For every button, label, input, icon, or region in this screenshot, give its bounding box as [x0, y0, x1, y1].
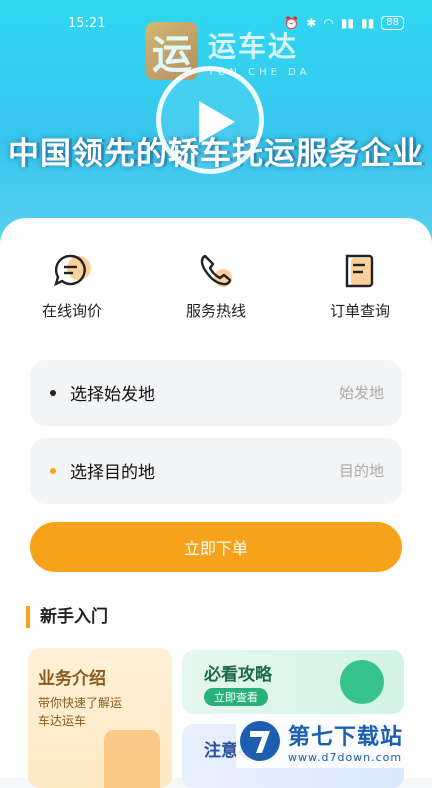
- guide-tile[interactable]: 必看攻略 立即查看: [182, 650, 404, 714]
- quick-label: 服务热线: [185, 302, 246, 320]
- tile-title: 业务介绍: [38, 669, 106, 689]
- quick-actions: 在线询价 服务热线 订单查询: [0, 248, 432, 321]
- destination-field[interactable]: 选择目的地 目的地: [30, 438, 402, 504]
- origin-label: 选择始发地: [70, 385, 155, 405]
- status-time: 15:21: [68, 16, 106, 31]
- quick-label: 在线询价: [41, 302, 102, 320]
- destination-placeholder: 目的地: [338, 462, 384, 480]
- section-title: 新手入门: [26, 606, 108, 628]
- brand-name: 运车达: [208, 29, 299, 63]
- tile-title: 必看攻略: [204, 665, 272, 685]
- place-order-button[interactable]: 立即下单: [30, 522, 402, 572]
- business-intro-tile[interactable]: 业务介绍 带你快速了解运车达运车: [28, 648, 172, 788]
- signal-icon-2: ▮▮: [361, 16, 375, 30]
- bookmark-icon: [340, 660, 384, 704]
- play-icon: [199, 101, 235, 143]
- quick-label: 订单查询: [329, 302, 390, 320]
- origin-field[interactable]: 选择始发地 始发地: [30, 360, 402, 426]
- tile-subtitle: 带你快速了解运车达运车: [38, 696, 123, 728]
- play-video-button[interactable]: [156, 66, 264, 174]
- signal-icon: ▮▮: [340, 16, 355, 30]
- quick-online-quote[interactable]: 在线询价: [0, 248, 144, 321]
- origin-placeholder: 始发地: [338, 384, 384, 402]
- chat-icon: [49, 248, 95, 294]
- quick-service-hotline[interactable]: 服务热线: [144, 248, 288, 321]
- watermark-url: www.d7down.com: [288, 750, 403, 764]
- watermark-logo-icon: [240, 721, 280, 761]
- phone-icon: [193, 248, 239, 294]
- document-icon: [337, 248, 383, 294]
- destination-dot: [50, 468, 56, 474]
- document-heart-icon: [104, 730, 160, 788]
- site-watermark: 第七下载站 www.d7down.com: [236, 714, 432, 768]
- wifi-icon: ◠: [323, 16, 334, 30]
- quick-order-lookup[interactable]: 订单查询: [288, 248, 432, 321]
- view-now-button[interactable]: 立即查看: [204, 688, 268, 706]
- destination-label: 选择目的地: [70, 463, 155, 483]
- origin-dot: [50, 390, 56, 396]
- battery-icon: 88: [381, 16, 404, 30]
- watermark-text: 第七下载站: [288, 724, 404, 750]
- main-card: 在线询价 服务热线 订单查询 选择始发地 始发地 选择目的地 目的地 立即下单 …: [0, 218, 432, 788]
